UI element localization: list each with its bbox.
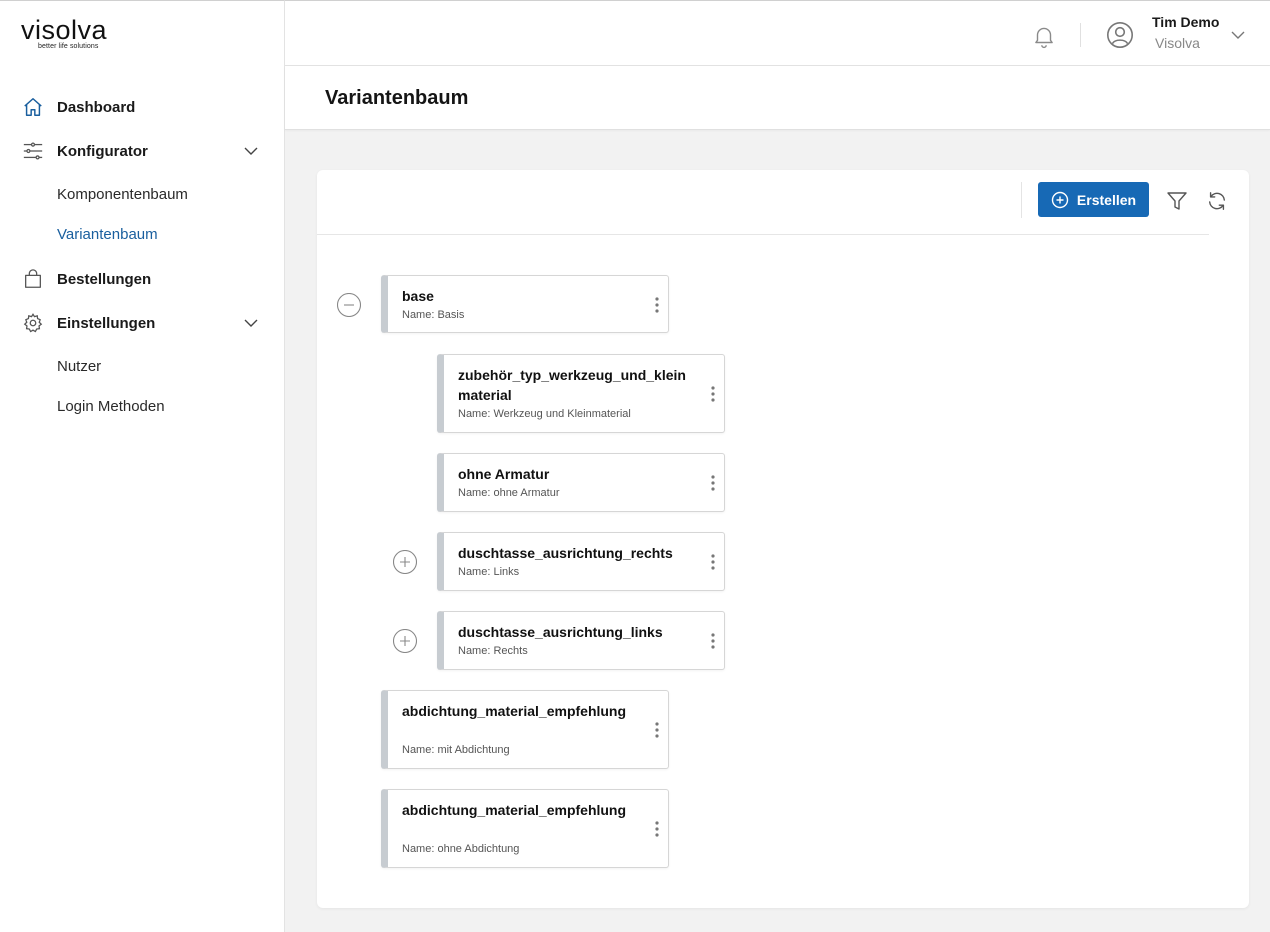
home-icon [21,95,45,119]
chevron-down-icon[interactable] [243,315,259,331]
node-name: Name: mit Abdichtung [402,744,510,756]
nav-item-dashboard[interactable]: Dashboard [21,95,261,119]
sidebar-item-variantenbaum[interactable]: Variantenbaum [57,226,158,243]
user-name[interactable]: Tim Demo [1152,14,1219,30]
create-button-label: Erstellen [1076,191,1137,208]
expand-toggle[interactable] [393,550,417,574]
nav-label: Dashboard [57,98,136,116]
page-header: Variantenbaum [285,66,1270,130]
nav-label: Konfigurator [57,142,148,160]
node-key: zubehör_typ_werkzeug_und_kleinmaterial [458,367,686,403]
page-title: Variantenbaum [325,87,469,109]
more-vertical-icon[interactable] [710,553,716,571]
user-avatar-icon[interactable] [1106,21,1134,49]
node-key: abdichtung_material_empfehlung [402,703,627,719]
node-name: Name: Werkzeug und Kleinmaterial [458,408,631,420]
nav-item-bestellungen[interactable]: Bestellungen [21,267,261,291]
sidebar-item-login-methoden[interactable]: Login Methoden [57,398,165,415]
create-button[interactable]: Erstellen [1038,182,1149,217]
node-name: Name: ohne Abdichtung [402,843,520,855]
chevron-down-icon[interactable] [243,143,259,159]
tree-node[interactable]: zubehör_typ_werkzeug_und_kleinmaterial N… [437,354,725,433]
tree-node[interactable]: ohne Armatur Name: ohne Armatur [437,453,725,512]
toolbar-separator [317,234,1209,235]
logo-wordmark: visolva [21,15,108,45]
node-key: ohne Armatur [458,466,550,482]
node-name: Name: Rechts [458,645,528,657]
node-name: Name: Links [458,566,520,578]
nav-item-einstellungen[interactable]: Einstellungen [21,311,261,335]
more-vertical-icon[interactable] [710,474,716,492]
sidebar-item-komponentenbaum[interactable]: Komponentenbaum [57,186,188,203]
sliders-icon [21,139,45,163]
node-key: abdichtung_material_empfehlung [402,802,627,818]
header-divider [1080,23,1081,47]
tree-node[interactable]: duschtasse_ausrichtung_rechts Name: Link… [437,532,725,591]
nav-label: Bestellungen [57,270,152,288]
chevron-down-icon[interactable] [1230,27,1246,43]
tree-node[interactable]: base Name: Basis [381,275,669,333]
more-vertical-icon[interactable] [654,721,660,739]
expand-toggle[interactable] [393,629,417,653]
more-vertical-icon[interactable] [710,385,716,403]
refresh-icon[interactable] [1206,190,1228,212]
more-vertical-icon[interactable] [654,820,660,838]
tree-node[interactable]: abdichtung_material_empfehlung Name: ohn… [381,789,669,868]
gear-icon [21,311,45,335]
more-vertical-icon[interactable] [654,296,660,314]
tree-node[interactable]: abdichtung_material_empfehlung Name: mit… [381,690,669,769]
node-name: Name: ohne Armatur [458,487,560,499]
collapse-toggle[interactable] [337,293,361,317]
sidebar: visolva better life solutions Dashboard … [0,0,285,932]
top-bar: Tim Demo Visolva [285,0,1270,66]
node-name: Name: Basis [402,309,465,321]
user-organization: Visolva [1155,35,1200,51]
filter-icon[interactable] [1166,190,1188,212]
nav-label: Einstellungen [57,314,156,332]
node-key: base [402,288,434,304]
bell-icon[interactable] [1031,23,1057,49]
node-key: duschtasse_ausrichtung_rechts [458,545,673,561]
more-vertical-icon[interactable] [710,632,716,650]
logo-tagline: better life solutions [38,43,99,50]
plus-circle-icon [1051,191,1069,209]
node-key: duschtasse_ausrichtung_links [458,624,663,640]
sidebar-item-nutzer[interactable]: Nutzer [57,358,101,375]
logo[interactable]: visolva better life solutions [21,15,108,50]
toolbar-divider [1021,182,1022,218]
variant-tree-card: Erstellen base Name: Basis zubehör_typ_w… [317,170,1249,908]
shopping-bag-icon [21,267,45,291]
nav-item-konfigurator[interactable]: Konfigurator [21,139,261,163]
tree-node[interactable]: duschtasse_ausrichtung_links Name: Recht… [437,611,725,670]
